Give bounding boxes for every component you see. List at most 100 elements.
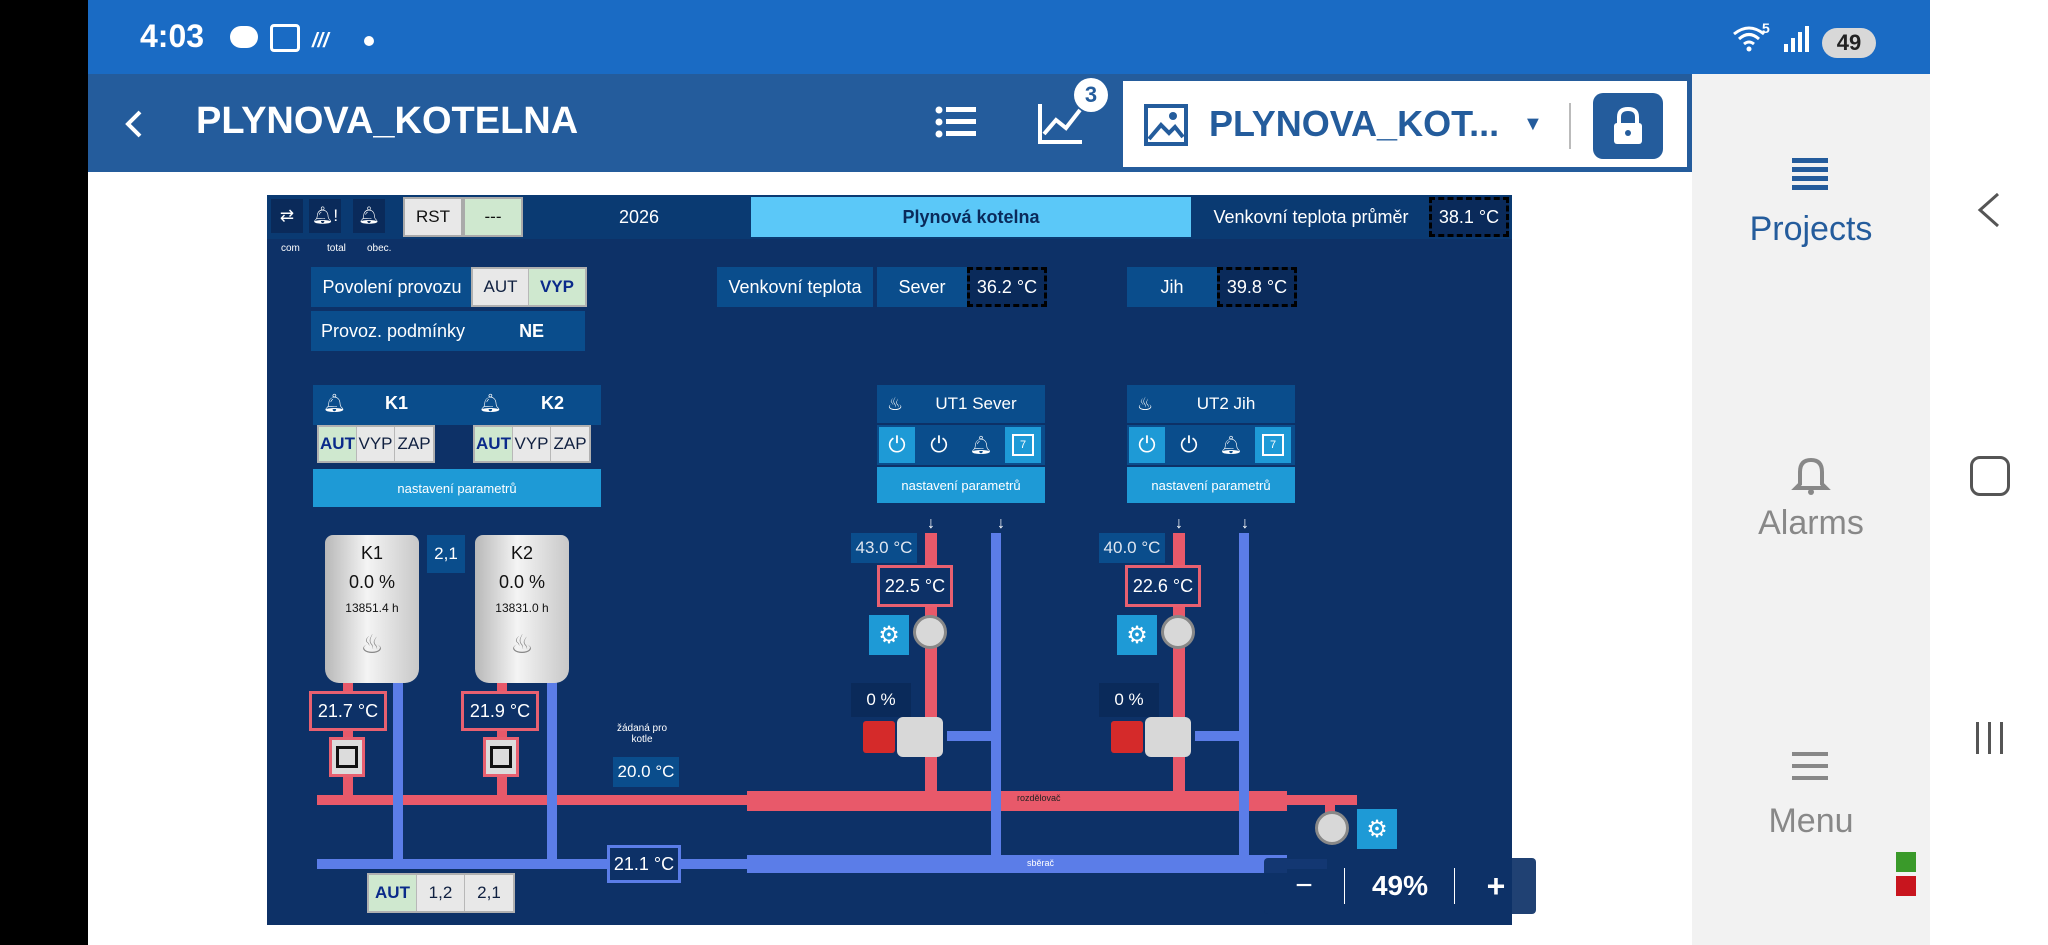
ut2-calendar-icon[interactable]: 7: [1255, 427, 1291, 463]
cell-signal-icon: [1782, 24, 1812, 54]
system-back-button[interactable]: [1974, 190, 2004, 230]
zoom-level: 49%: [1371, 870, 1429, 901]
list-icon: [935, 106, 976, 138]
ut1-settings-icon[interactable]: ⚙: [869, 615, 909, 655]
ut1-toolbar: ⏻ ⏻ 🔔︎ 7: [877, 425, 1045, 465]
boiler-params-button[interactable]: nastavení parametrů: [313, 469, 601, 507]
system-recents-button[interactable]: [1972, 718, 2008, 758]
ut2-settings-icon[interactable]: ⚙: [1117, 615, 1157, 655]
nav-projects[interactable]: Projects: [1692, 154, 1930, 284]
main-pump-icon[interactable]: [1315, 811, 1349, 845]
nav-alarms[interactable]: Alarms: [1692, 454, 1930, 584]
enable-vyp-option[interactable]: VYP: [529, 269, 585, 305]
boiler-k2-hours: 13831.0 h: [495, 601, 549, 615]
chart-badge: 3: [1074, 78, 1108, 112]
boiler-k1[interactable]: K1 0.0 % 13851.4 h ♨: [325, 535, 419, 683]
k2-aut-option[interactable]: AUT: [475, 427, 513, 461]
ut1-valve-icon[interactable]: [897, 717, 943, 757]
sequence-12-option[interactable]: 1,2: [417, 875, 465, 911]
zoom-out-button[interactable]: −: [1264, 858, 1344, 914]
zoom-in-button[interactable]: +: [1456, 858, 1536, 914]
bell-icon: [1790, 454, 1832, 496]
conditions-row: Provoz. podmínky NE: [311, 311, 585, 351]
nav-projects-label: Projects: [1749, 210, 1873, 248]
project-select-value: PLYNOVA_KOT...: [1209, 103, 1500, 144]
k2-pump-icon[interactable]: [483, 737, 519, 777]
ut2-power-on-icon[interactable]: ⏻: [1129, 427, 1165, 463]
wifi-icon: [1732, 24, 1766, 52]
setpoint-label: žádaná pro kotle: [607, 723, 677, 745]
obec-alarm-button[interactable]: 🔔︎: [353, 199, 385, 233]
more-notifications-dot: [364, 36, 374, 46]
enable-label: Povolení provozu: [311, 267, 473, 307]
ut1-mix-pipe: [947, 731, 997, 741]
k1-temp: 21.7 °C: [309, 691, 387, 731]
bell-alert-icon: 🔔︎!: [311, 206, 339, 225]
ut1-power-on-icon[interactable]: ⏻: [879, 427, 915, 463]
ut1-power-icon[interactable]: ⏻: [921, 427, 957, 463]
k1-mode-selector: AUT VYP ZAP: [317, 425, 435, 463]
battery-indicator: 49: [1822, 28, 1876, 58]
k2-zap-option[interactable]: ZAP: [551, 427, 589, 461]
ut2-bell-icon[interactable]: 🔔︎: [1213, 427, 1249, 463]
app-bar: PLYNOVA_KOTELNA 3 PLYNOVA_KOT... ▼: [88, 74, 1692, 172]
ut1-params-button[interactable]: nastavení parametrů: [877, 467, 1045, 503]
image-icon: [1143, 103, 1189, 147]
nav-menu[interactable]: Menu: [1692, 746, 1930, 876]
system-nav-bar: [1930, 0, 2048, 945]
south-label: Jih: [1127, 267, 1217, 307]
k1-zap-option[interactable]: ZAP: [395, 427, 433, 461]
back-button[interactable]: [116, 104, 156, 144]
zoom-control: − 49% +: [1264, 858, 1536, 914]
arrow-down-icon: ↓: [997, 515, 1005, 532]
ut1-name: UT1 Sever: [935, 394, 1017, 413]
recents-icon: [1976, 722, 2003, 754]
k2-header-label: K2: [541, 393, 565, 413]
list-button[interactable]: [934, 102, 978, 142]
screenshot-notification-icon: [270, 24, 300, 52]
ut2-actuator-icon[interactable]: [1111, 721, 1143, 753]
zoom-divider: [1344, 868, 1345, 904]
k1-pump-icon[interactable]: [329, 737, 365, 777]
ut2-power-icon[interactable]: ⏻: [1171, 427, 1207, 463]
k1-vyp-option[interactable]: VYP: [357, 427, 395, 461]
com-button[interactable]: ⇄: [271, 199, 303, 233]
setpoint-value: 20.0 °C: [613, 757, 679, 787]
ut1-calendar-icon[interactable]: 7: [1005, 427, 1041, 463]
ut2-set-temp: 40.0 °C: [1099, 533, 1165, 563]
k1-aut-option[interactable]: AUT: [319, 427, 357, 461]
com-label: com: [281, 243, 300, 254]
bell-icon: 🔔︎: [358, 206, 380, 225]
boiler-k2[interactable]: K2 0.0 % 13831.0 h ♨: [475, 535, 569, 683]
ut2-params-button[interactable]: nastavení parametrů: [1127, 467, 1295, 503]
ut1-pump-icon[interactable]: [913, 615, 947, 649]
sequence-21-option[interactable]: 2,1: [465, 875, 513, 911]
year-label: 2026: [618, 206, 660, 227]
main-pump-settings-icon[interactable]: ⚙: [1357, 809, 1397, 849]
rst-button[interactable]: RST: [403, 197, 463, 237]
project-select[interactable]: PLYNOVA_KOT... ▼: [1120, 78, 1690, 170]
ut1-valve-value: 0 %: [851, 683, 911, 717]
k2-return-pipe: [547, 679, 557, 865]
system-home-button[interactable]: [1970, 456, 2010, 496]
total-label: total: [327, 243, 346, 254]
side-panel: Projects Alarms Menu: [1692, 74, 1930, 945]
sequence-aut-option[interactable]: AUT: [369, 875, 417, 911]
ut2-pump-icon[interactable]: [1161, 615, 1195, 649]
rst-value: ---: [463, 197, 523, 237]
k1-bell-icon[interactable]: 🔔︎: [323, 393, 346, 414]
obec-label: obec.: [367, 243, 392, 254]
lock-button[interactable]: [1593, 93, 1663, 159]
ut1-actuator-icon[interactable]: [863, 721, 895, 753]
k2-vyp-option[interactable]: VYP: [513, 427, 551, 461]
projects-icon: [1790, 154, 1830, 194]
ut2-valve-icon[interactable]: [1145, 717, 1191, 757]
ut1-bell-icon[interactable]: 🔔︎: [963, 427, 999, 463]
ut1-temp: 22.5 °C: [877, 565, 953, 607]
avg-temp-label: Venkovní teplota průměr: [1213, 206, 1409, 227]
ut2-temp: 22.6 °C: [1125, 565, 1201, 607]
k2-bell-icon[interactable]: 🔔︎: [479, 393, 502, 414]
total-alarm-button[interactable]: 🔔︎!: [309, 199, 341, 233]
enable-aut-option[interactable]: AUT: [473, 269, 529, 305]
south-temp-value: 39.8 °C: [1217, 267, 1297, 307]
